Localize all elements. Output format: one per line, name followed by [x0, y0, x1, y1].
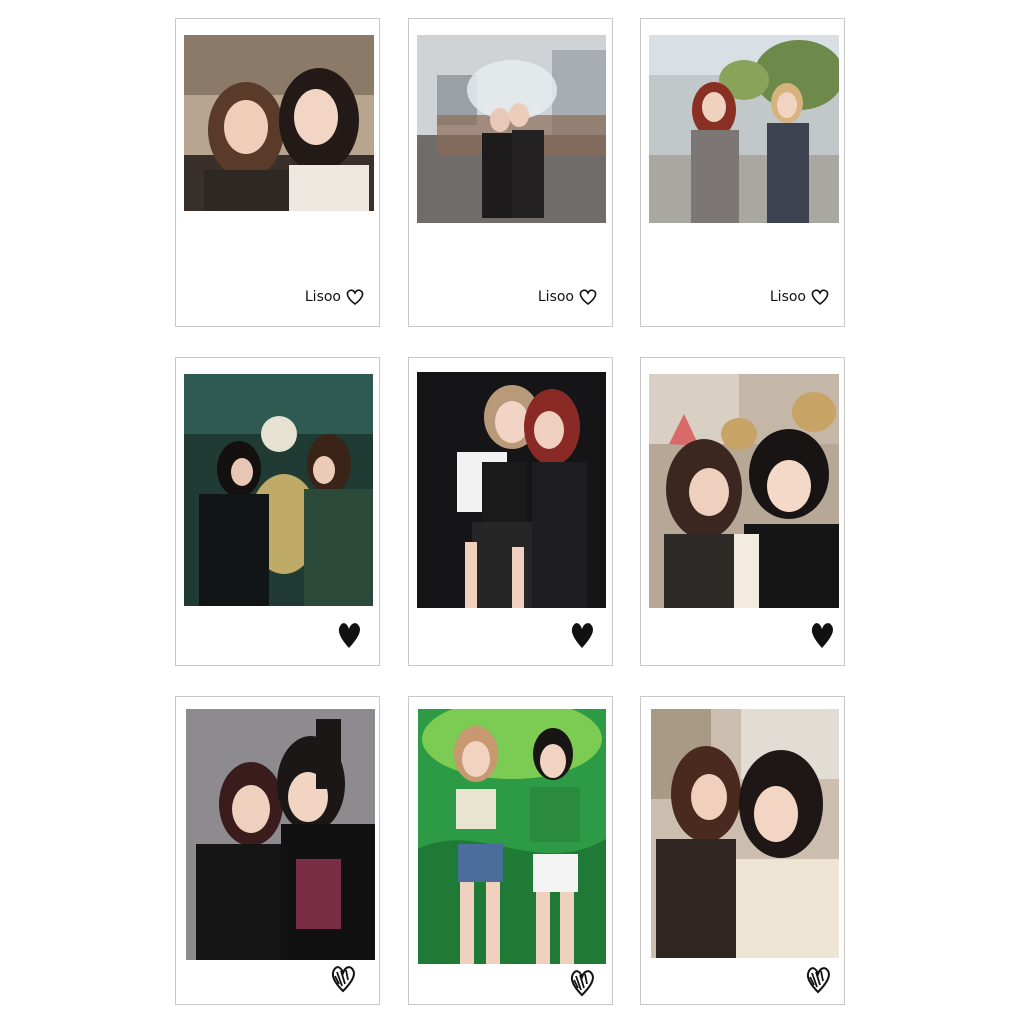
filled-heart-icon [811, 623, 833, 648]
polaroid-card-8 [408, 696, 613, 1005]
polaroid-card-4 [175, 357, 380, 666]
photo-walking-street [649, 35, 839, 223]
caption-text: Lisoo [769, 289, 806, 305]
polaroid-card-6 [640, 357, 845, 666]
photo-night-lights [184, 374, 373, 606]
scribble-heart-icon [806, 967, 830, 994]
photo-umbrella-bridge [417, 35, 606, 223]
photo-selfie-indoor [184, 35, 374, 211]
photo-green-stage-bottles [418, 709, 606, 964]
caption-text: Lisoo [304, 289, 341, 305]
outline-heart-icon [811, 289, 829, 306]
scribble-heart-icon [331, 966, 355, 993]
photo-animal-ear-headbands [649, 374, 839, 608]
polaroid-card-2: Lisoo [408, 18, 613, 327]
filled-heart-icon [338, 623, 360, 648]
polaroid-card-1: Lisoo [175, 18, 380, 327]
polaroid-card-3: Lisoo [640, 18, 845, 327]
photo-grey-backdrop [186, 709, 375, 960]
outline-heart-icon [346, 289, 364, 306]
photo-stage-microphones [417, 372, 606, 608]
caption: Lisoo [770, 288, 830, 306]
scribble-heart-icon [570, 970, 594, 997]
caption: Lisoo [538, 288, 598, 306]
polaroid-card-5 [408, 357, 613, 666]
filled-heart-icon [571, 623, 593, 648]
caption: Lisoo [305, 288, 365, 306]
photo-selfie-outdoor [651, 709, 839, 958]
caption-text: Lisoo [537, 289, 574, 305]
polaroid-card-7 [175, 696, 380, 1005]
polaroid-card-9 [640, 696, 845, 1005]
outline-heart-icon [579, 289, 597, 306]
